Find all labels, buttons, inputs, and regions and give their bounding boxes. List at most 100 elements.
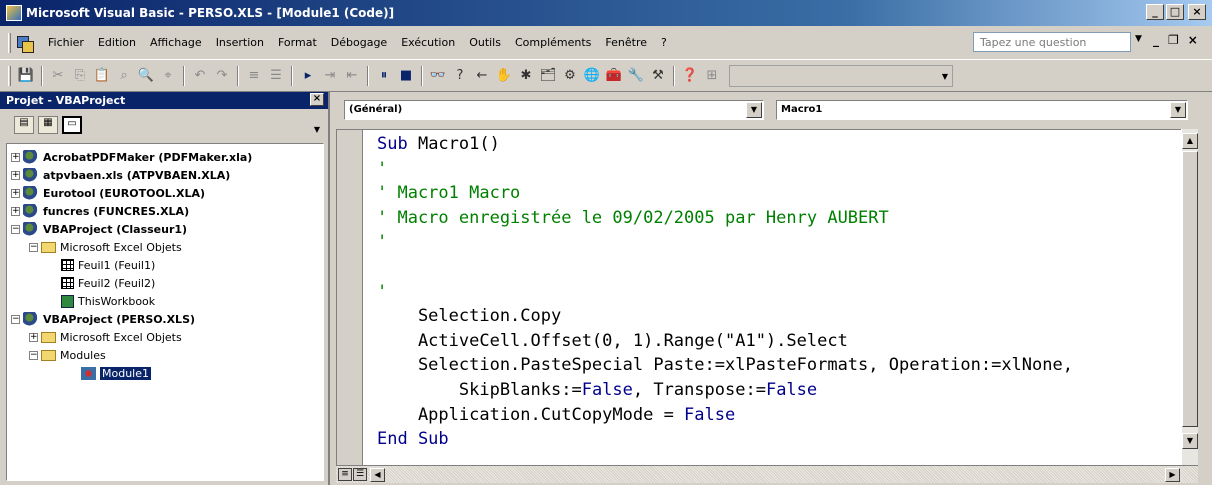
indicator-margin[interactable] (337, 130, 363, 468)
tree-node[interactable]: + funcres (FUNCRES.XLA) (7, 202, 323, 220)
hand-icon[interactable]: ✋ (493, 65, 515, 87)
close-icon[interactable]: × (310, 93, 324, 106)
toggle-folders-icon[interactable]: ▭ (62, 116, 82, 134)
run-icon[interactable]: ▸ (297, 65, 319, 87)
scroll-up-icon[interactable]: ▲ (1182, 133, 1198, 149)
view-code-icon[interactable]: ▤ (14, 116, 34, 134)
tree-node[interactable]: ThisWorkbook (7, 292, 323, 310)
binoculars-icon[interactable]: 🔍 (135, 65, 157, 87)
menu-debogage[interactable]: Débogage (324, 33, 394, 52)
code-line[interactable]: ' Macro enregistrée le 09/02/2005 par He… (377, 206, 1189, 231)
toolbar-grip[interactable] (8, 32, 11, 53)
find-next-icon[interactable]: ⌖ (157, 65, 179, 87)
collapse-icon[interactable]: − (29, 350, 38, 360)
mdi-close-button[interactable]: × (1188, 33, 1198, 47)
code-line[interactable]: ' (377, 230, 1189, 255)
menu-outils[interactable]: Outils (462, 33, 508, 52)
tree-node[interactable]: − Microsoft Excel Objets (7, 238, 323, 256)
mdi-restore-button[interactable]: ❐ (1168, 33, 1179, 47)
close-button[interactable]: × (1188, 4, 1206, 20)
scroll-left-icon[interactable]: ◀ (370, 468, 385, 482)
expand-icon[interactable]: + (29, 332, 38, 342)
code-editor[interactable]: Sub Macro1() ' ' Macro1 Macro ' Macro enreg… (336, 129, 1196, 469)
chevron-down-icon[interactable]: ▼ (314, 125, 320, 134)
code-line[interactable]: SkipBlanks:=False, Transpose:=False (377, 378, 1189, 403)
back-icon[interactable]: ← (471, 65, 493, 87)
menu-edition[interactable]: Edition (91, 33, 143, 52)
vba-app-icon[interactable] (6, 5, 22, 21)
help-icon[interactable]: ? (449, 65, 471, 87)
mdi-minimize-button[interactable]: _ (1153, 33, 1159, 47)
code-line[interactable]: Sub Macro1() (377, 132, 1189, 157)
horizontal-scrollbar[interactable]: ≡ ☰ ◀ ▶ (336, 465, 1198, 483)
outdent-icon[interactable]: ☰ (265, 65, 287, 87)
maximize-button[interactable]: □ (1166, 4, 1184, 20)
code-line[interactable]: Application.CutCopyMode = False (377, 403, 1189, 428)
expand-icon[interactable]: + (11, 188, 20, 198)
scroll-down-icon[interactable]: ▼ (1182, 433, 1198, 449)
full-module-view-icon[interactable]: ☰ (353, 468, 367, 481)
toolbox-icon[interactable]: 🧰 (603, 65, 625, 87)
module-icon[interactable] (15, 34, 34, 53)
undo-icon[interactable]: ↶ (189, 65, 211, 87)
copy-icon[interactable]: ⎘ (69, 65, 91, 87)
tree-node[interactable]: Feuil1 (Feuil1) (7, 256, 323, 274)
step-icon[interactable]: ⇥ (319, 65, 341, 87)
expand-icon[interactable]: + (11, 206, 20, 216)
step-out-icon[interactable]: ⇤ (341, 65, 363, 87)
code-line[interactable]: ' Macro1 Macro (377, 181, 1189, 206)
tree-node[interactable]: + atpvbaen.xls (ATPVBAEN.XLA) (7, 166, 323, 184)
collapse-icon[interactable]: − (11, 314, 20, 324)
scroll-right-icon[interactable]: ▶ (1165, 468, 1180, 482)
collapse-icon[interactable]: − (11, 224, 20, 234)
ask-dropdown-icon[interactable]: ▼ (1135, 34, 1142, 44)
menu-complements[interactable]: Compléments (508, 33, 598, 52)
tree-node[interactable]: Feuil2 (Feuil2) (7, 274, 323, 292)
menu-fenetre[interactable]: Fenêtre (598, 33, 654, 52)
pause-icon[interactable]: ⏸ (373, 65, 395, 87)
menu-execution[interactable]: Exécution (394, 33, 462, 52)
paste-icon[interactable]: 📋 (91, 65, 113, 87)
code-line[interactable]: Selection.PasteSpecial Paste:=xlPasteFor… (377, 353, 1189, 378)
tree-node[interactable]: + Microsoft Excel Objets (7, 328, 323, 346)
expand-icon[interactable]: + (11, 152, 20, 162)
help-book-icon[interactable]: ❓ (679, 65, 701, 87)
code-line[interactable] (377, 255, 1189, 280)
minimize-button[interactable]: _ (1146, 4, 1164, 20)
tools-icon[interactable]: 🔧 (625, 65, 647, 87)
tree-node[interactable]: − VBAProject (PERSO.XLS) (7, 310, 323, 328)
project-explorer-icon[interactable]: 🗂 (537, 65, 559, 87)
expand-icon[interactable]: + (11, 170, 20, 180)
toolbar-field[interactable]: ▼ (729, 64, 953, 87)
tree-node-selected[interactable]: Module1 (7, 364, 323, 382)
scroll-thumb[interactable] (1182, 151, 1198, 427)
tree-node[interactable]: + Eurotool (EUROTOOL.XLA) (7, 184, 323, 202)
chevron-down-icon[interactable]: ▼ (746, 102, 762, 118)
stop-icon[interactable]: ■ (395, 65, 417, 87)
tree-node[interactable]: − VBAProject (Classeur1) (7, 220, 323, 238)
code-line[interactable]: Selection.Copy (377, 304, 1189, 329)
menu-insertion[interactable]: Insertion (209, 33, 271, 52)
menu-format[interactable]: Format (271, 33, 324, 52)
code-line[interactable]: ' (377, 280, 1189, 305)
ask-question-input[interactable]: Tapez une question (973, 32, 1131, 52)
position-icon[interactable]: ⊞ (701, 65, 723, 87)
code-text[interactable]: Sub Macro1() ' ' Macro1 Macro ' Macro enreg… (377, 132, 1189, 464)
breakpoint-icon[interactable]: ✱ (515, 65, 537, 87)
vertical-scrollbar[interactable]: ▲ ▼ (1181, 129, 1198, 469)
object-combo[interactable]: (Général) ▼ (344, 100, 764, 120)
tree-node[interactable]: + AcrobatPDFMaker (PDFMaker.xla) (7, 148, 323, 166)
save-icon[interactable]: 💾 (15, 65, 37, 87)
code-line[interactable]: ActiveCell.Offset(0, 1).Range("A1").Sele… (377, 329, 1189, 354)
procedure-view-icon[interactable]: ≡ (338, 468, 352, 481)
properties-icon[interactable]: ⚙ (559, 65, 581, 87)
collapse-icon[interactable]: − (29, 242, 38, 252)
view-object-icon[interactable]: ▦ (38, 116, 58, 134)
tree-node[interactable]: − Modules (7, 346, 323, 364)
watch-icon[interactable]: 👓 (427, 65, 449, 87)
object-browser-icon[interactable]: 🌐 (581, 65, 603, 87)
menu-help[interactable]: ? (654, 33, 674, 52)
find-icon[interactable]: ⌕ (113, 65, 135, 87)
code-line[interactable]: End Sub (377, 427, 1189, 452)
redo-icon[interactable]: ↷ (211, 65, 233, 87)
